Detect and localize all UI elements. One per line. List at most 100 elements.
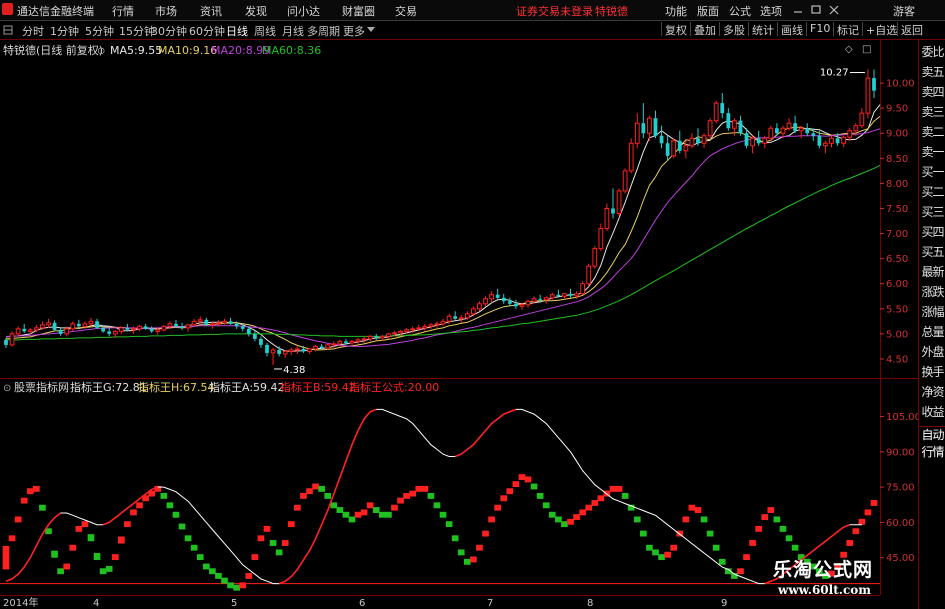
candle[interactable] [313, 344, 318, 352]
toolbar-adjust[interactable]: 复权 [661, 22, 690, 37]
menu-formula[interactable]: 公式 [729, 3, 751, 19]
side-buy-4[interactable]: 买四 [920, 224, 945, 240]
candle[interactable] [52, 320, 57, 332]
candle[interactable] [738, 115, 743, 136]
grid-menu-icon[interactable] [3, 25, 13, 35]
minimize-icon[interactable] [792, 4, 804, 16]
side-sell-4[interactable]: 卖四 [920, 84, 945, 100]
candle[interactable] [137, 324, 142, 332]
candle[interactable] [847, 128, 853, 141]
candle[interactable] [713, 100, 719, 124]
side-change[interactable]: 涨跌 [920, 284, 945, 300]
tab-more[interactable]: 更多 [343, 23, 365, 39]
candle[interactable] [580, 281, 586, 295]
candle[interactable] [501, 293, 506, 304]
candle[interactable] [386, 332, 391, 339]
settings-dot-icon[interactable]: ⊙ [97, 46, 105, 57]
candle[interactable] [756, 130, 761, 146]
candle[interactable] [149, 326, 154, 333]
candle[interactable] [586, 263, 592, 287]
candle[interactable] [270, 347, 276, 365]
toolbar-multi-stock[interactable]: 多股 [719, 22, 748, 37]
candle[interactable] [349, 339, 355, 346]
candle[interactable] [265, 342, 269, 357]
guest-user-label[interactable]: 游客 [893, 3, 915, 19]
candle[interactable] [805, 123, 810, 136]
candle[interactable] [107, 327, 112, 337]
candle[interactable] [726, 108, 731, 131]
candle[interactable] [507, 297, 512, 307]
pane-options-icon[interactable]: ◇ [845, 44, 853, 55]
candle[interactable] [483, 296, 488, 307]
candle[interactable] [611, 188, 615, 219]
candle[interactable] [22, 323, 27, 333]
candle[interactable] [628, 138, 634, 174]
side-net-assets[interactable]: 净资 [920, 384, 945, 400]
candle[interactable] [282, 349, 288, 358]
candle[interactable] [88, 317, 94, 327]
candle[interactable] [689, 133, 695, 149]
candle[interactable] [259, 336, 263, 348]
menu-market[interactable]: 市场 [155, 3, 177, 19]
candle[interactable] [720, 93, 725, 119]
candle[interactable] [307, 347, 312, 354]
chevron-down-icon[interactable] [367, 27, 375, 33]
candle[interactable] [4, 337, 8, 348]
tab-monthly[interactable]: 月线 [282, 23, 304, 39]
side-auto-quote-2[interactable]: 行情 [920, 444, 945, 460]
candle[interactable] [453, 311, 458, 320]
candle[interactable] [616, 188, 622, 216]
candle[interactable] [185, 323, 191, 332]
maximize-icon[interactable] [810, 4, 822, 16]
toolbar-f10[interactable]: F10 [806, 22, 833, 36]
side-sell-2[interactable]: 卖二 [920, 124, 945, 140]
tab-60min[interactable]: 60分钟 [189, 23, 225, 39]
candle[interactable] [677, 130, 682, 154]
candle[interactable] [422, 323, 428, 331]
candle[interactable] [653, 110, 658, 139]
candle[interactable] [161, 324, 167, 332]
candle[interactable] [513, 299, 518, 309]
candle[interactable] [641, 103, 646, 139]
candle[interactable] [707, 118, 713, 139]
candle[interactable] [228, 317, 233, 325]
candle[interactable] [793, 115, 797, 134]
side-auto-quote[interactable]: 自动 [920, 426, 945, 443]
menu-options[interactable]: 选项 [760, 3, 782, 19]
candle[interactable] [434, 321, 440, 328]
candle[interactable] [191, 318, 197, 327]
candle[interactable] [543, 296, 549, 304]
candle[interactable] [525, 299, 531, 308]
menu-quotes[interactable]: 行情 [112, 3, 134, 19]
candle[interactable] [768, 125, 774, 141]
menu-wenxiaoda[interactable]: 问小达 [287, 3, 320, 19]
candle[interactable] [859, 108, 865, 129]
menu-function[interactable]: 功能 [665, 3, 687, 19]
pane-maximize-icon[interactable]: □ [862, 44, 871, 55]
candle[interactable] [634, 113, 640, 149]
candle[interactable] [95, 318, 99, 329]
candle[interactable] [872, 69, 876, 99]
menu-discover[interactable]: 发现 [245, 3, 267, 19]
candle[interactable] [440, 318, 446, 327]
side-sell-5[interactable]: 卖五 [920, 64, 945, 80]
candle[interactable] [592, 246, 598, 269]
side-buy-2[interactable]: 买二 [920, 184, 945, 200]
toolbar-overlay[interactable]: 叠加 [690, 22, 719, 37]
candle[interactable] [829, 135, 834, 148]
tab-multi-period[interactable]: 多周期 [307, 23, 340, 39]
candle[interactable] [841, 135, 847, 148]
toolbar-add-watchlist[interactable]: +自选 [862, 22, 900, 37]
candle[interactable] [665, 135, 670, 161]
tab-30min[interactable]: 30分钟 [151, 23, 187, 39]
close-icon[interactable] [828, 4, 840, 16]
candle[interactable] [477, 301, 482, 312]
side-latest[interactable]: 最新 [920, 264, 945, 280]
side-change-pct[interactable]: 涨幅 [920, 304, 945, 320]
side-total-volume[interactable]: 总量 [920, 324, 945, 340]
candle[interactable] [604, 203, 610, 232]
candle[interactable] [568, 288, 573, 298]
candle[interactable] [374, 333, 379, 340]
tab-weekly[interactable]: 周线 [254, 23, 276, 39]
candle[interactable] [701, 133, 707, 149]
